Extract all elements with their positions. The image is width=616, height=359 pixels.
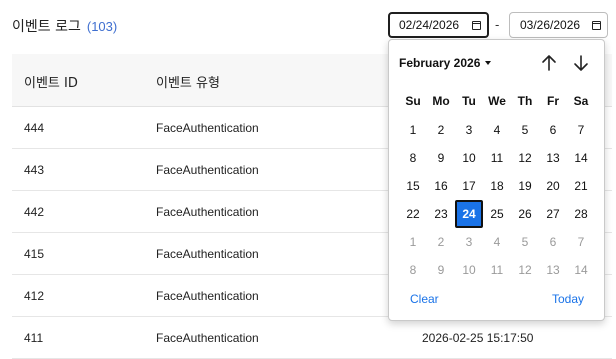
calendar-day[interactable]: 12 xyxy=(511,144,539,172)
event-id-cell: 444 xyxy=(24,121,45,135)
event-id-cell: 411 xyxy=(24,331,44,345)
calendar-day[interactable]: 21 xyxy=(567,172,595,200)
table-row[interactable]: 411 FaceAuthentication 2026-02-25 15:17:… xyxy=(12,317,612,359)
end-date-value: 03/26/2026 xyxy=(520,18,581,32)
calendar-day-next-month[interactable]: 6 xyxy=(539,228,567,256)
calendar-icon[interactable] xyxy=(592,20,601,30)
month-year-label: February 2026 xyxy=(399,56,481,70)
previous-month-button[interactable] xyxy=(538,52,560,74)
calendar-day[interactable]: 23 xyxy=(427,200,455,228)
event-id-cell: 412 xyxy=(24,289,45,303)
calendar-day[interactable]: 22 xyxy=(399,200,427,228)
calendar-day-next-month[interactable]: 11 xyxy=(483,256,511,284)
calendar-day[interactable]: 18 xyxy=(483,172,511,200)
calendar-day[interactable]: 15 xyxy=(399,172,427,200)
weekday-label: We xyxy=(488,94,506,108)
calendar-day[interactable]: 10 xyxy=(455,144,483,172)
calendar-day[interactable]: 9 xyxy=(427,144,455,172)
calendar-week-row: 15 16 17 18 19 20 21 xyxy=(399,172,595,200)
calendar-day-next-month[interactable]: 4 xyxy=(483,228,511,256)
weekday-label: Fr xyxy=(547,94,559,108)
calendar-day-next-month[interactable]: 1 xyxy=(399,228,427,256)
calendar-day-next-month[interactable]: 14 xyxy=(567,256,595,284)
arrow-up-icon xyxy=(542,55,556,71)
calendar-day[interactable]: 20 xyxy=(539,172,567,200)
calendar-day[interactable]: 14 xyxy=(567,144,595,172)
calendar-week-row: 1234567 xyxy=(399,228,595,256)
calendar-day[interactable]: 8 xyxy=(399,144,427,172)
calendar-day-next-month[interactable]: 10 xyxy=(455,256,483,284)
column-header-event-type[interactable]: 이벤트 유형 xyxy=(156,72,220,91)
start-date-value: 02/24/2026 xyxy=(399,18,460,32)
calendar-day[interactable]: 5 xyxy=(511,116,539,144)
calendar-day-next-month[interactable]: 2 xyxy=(427,228,455,256)
event-type-cell: FaceAuthentication xyxy=(156,205,259,219)
weekday-label: Tu xyxy=(462,94,476,108)
weekday-label: Sa xyxy=(573,94,589,108)
next-month-button[interactable] xyxy=(570,52,592,74)
event-type-cell: FaceAuthentication xyxy=(156,121,259,135)
calendar-week-row: 8 9 10 11 12 13 14 xyxy=(399,144,595,172)
event-type-cell: FaceAuthentication xyxy=(156,163,259,177)
calendar-week-row: 1234567 xyxy=(399,116,595,144)
event-time-cell: 2026-02-25 15:17:50 xyxy=(422,331,534,345)
start-date-input[interactable]: 02/24/2026 xyxy=(388,12,489,38)
calendar-day[interactable]: 4 xyxy=(483,116,511,144)
calendar-day[interactable]: 19 xyxy=(511,172,539,200)
calendar-icon[interactable] xyxy=(472,20,481,30)
date-picker-popup: February 2026 Su Mo Tu We Th Fr Sa 12345… xyxy=(388,39,605,321)
calendar-day-next-month[interactable]: 12 xyxy=(511,256,539,284)
event-type-cell: FaceAuthentication xyxy=(156,331,259,345)
event-type-cell: FaceAuthentication xyxy=(156,247,259,261)
calendar-day-next-month[interactable]: 3 xyxy=(455,228,483,256)
event-type-cell: FaceAuthentication xyxy=(156,289,259,303)
page-title: 이벤트 로그 xyxy=(12,19,81,35)
page-header: 이벤트 로그 (103) xyxy=(12,15,117,37)
calendar-day[interactable]: 7 xyxy=(567,116,595,144)
calendar-day[interactable]: 26 xyxy=(511,200,539,228)
month-year-dropdown[interactable]: February 2026 xyxy=(399,56,492,70)
weekday-label: Th xyxy=(517,94,533,108)
calendar-week-row: 8 9 10 11 12 13 14 xyxy=(399,256,595,284)
calendar-day[interactable]: 3 xyxy=(455,116,483,144)
calendar-day[interactable]: 16 xyxy=(427,172,455,200)
column-header-event-id[interactable]: 이벤트 ID xyxy=(24,72,78,91)
calendar-day[interactable]: 25 xyxy=(483,200,511,228)
calendar-day[interactable]: 17 xyxy=(455,172,483,200)
calendar-day[interactable]: 6 xyxy=(539,116,567,144)
event-id-cell: 442 xyxy=(24,205,45,219)
calendar-day-next-month[interactable]: 8 xyxy=(399,256,427,284)
calendar-day-grid: 1 2 3 4 5 6 7 8 9 10 11 12 13 14 15 16 17 18 19 20 21 22 23 24 2… xyxy=(399,116,595,284)
weekday-label: Su xyxy=(405,94,421,108)
date-range-separator: - xyxy=(495,17,500,32)
clear-button[interactable]: Clear xyxy=(410,292,439,306)
weekday-label: Mo xyxy=(432,94,450,108)
event-id-cell: 415 xyxy=(24,247,45,261)
today-button[interactable]: Today xyxy=(552,292,584,306)
calendar-day-next-month[interactable]: 13 xyxy=(539,256,567,284)
calendar-day-next-month[interactable]: 7 xyxy=(567,228,595,256)
calendar-week-row: 22 23 24 25 26 27 28 xyxy=(399,200,595,228)
event-id-cell: 443 xyxy=(24,163,45,177)
calendar-day[interactable]: 13 xyxy=(539,144,567,172)
calendar-day[interactable]: 27 xyxy=(539,200,567,228)
calendar-day[interactable]: 1 xyxy=(399,116,427,144)
calendar-day[interactable]: 28 xyxy=(567,200,595,228)
weekday-header-row: Su Mo Tu We Th Fr Sa xyxy=(399,94,595,108)
event-count: (103) xyxy=(86,18,118,34)
calendar-day[interactable]: 11 xyxy=(483,144,511,172)
calendar-day-next-month[interactable]: 5 xyxy=(511,228,539,256)
calendar-day-selected[interactable]: 24 xyxy=(455,200,483,228)
calendar-day-next-month[interactable]: 9 xyxy=(427,256,455,284)
caret-down-icon xyxy=(485,61,492,65)
arrow-down-icon xyxy=(574,55,588,71)
calendar-day[interactable]: 2 xyxy=(427,116,455,144)
end-date-input[interactable]: 03/26/2026 xyxy=(509,12,608,38)
